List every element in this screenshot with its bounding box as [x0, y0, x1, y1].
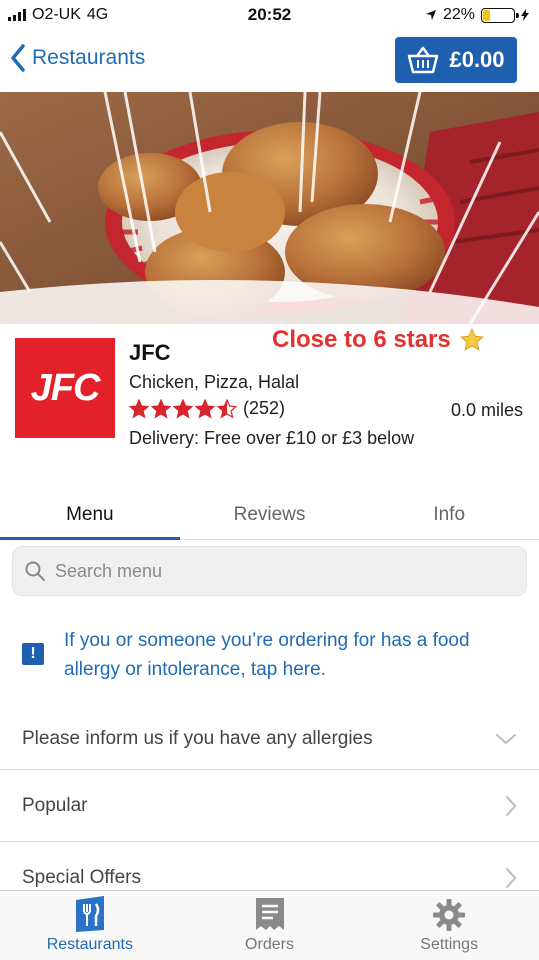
battery-icon: [481, 7, 519, 23]
star-icon: [129, 398, 149, 418]
allergy-message: If you or someone you’re ordering for ha…: [64, 630, 470, 680]
list-item-label: Special Offers: [22, 866, 141, 888]
fried-chicken-image: [0, 92, 539, 324]
charging-icon: [521, 9, 529, 21]
chevron-left-icon: [11, 44, 25, 72]
gear-icon: [433, 899, 466, 931]
star-icon: [195, 398, 215, 418]
tab-bar-restaurants[interactable]: Restaurants: [0, 891, 180, 960]
tab-bar-label: Orders: [245, 936, 294, 953]
distance-label: 0.0 miles: [450, 400, 523, 420]
restaurant-logo: JFC: [15, 338, 115, 438]
status-bar: O2-UK 4G 20:52 22%: [0, 0, 539, 30]
promo-label: Close to 6 stars: [272, 326, 485, 354]
star-icon: [217, 398, 237, 418]
chevron-down-icon: [496, 733, 516, 744]
back-button[interactable]: Restaurants: [10, 44, 145, 72]
tab-bar-settings[interactable]: Settings: [359, 891, 539, 960]
location-arrow-icon: [425, 10, 436, 20]
star-emoji-icon: [459, 327, 484, 351]
restaurant-icon: [75, 896, 104, 932]
receipt-icon: [255, 898, 284, 930]
delivery-info: Delivery: Free over £10 or £3 below: [129, 428, 415, 448]
tab-bar-orders[interactable]: Orders: [180, 891, 360, 960]
alert-icon: !: [22, 643, 44, 665]
promo-text: Close to 6 stars: [272, 326, 451, 353]
list-item-label: Popular: [22, 794, 88, 816]
search-input[interactable]: [55, 560, 495, 582]
chevron-right-icon: [506, 795, 517, 816]
tab-bar-label: Restaurants: [46, 936, 133, 953]
allergy-notice[interactable]: ! If you or someone you’re ordering for …: [22, 626, 522, 684]
search-bar: [12, 546, 527, 596]
star-rating: [129, 398, 237, 419]
battery-percent: 22%: [442, 6, 475, 23]
basket-total: £0.00: [449, 47, 505, 72]
star-icon: [151, 398, 171, 418]
tab-menu[interactable]: Menu: [0, 494, 180, 540]
basket-button[interactable]: £0.00: [395, 37, 517, 83]
review-count: (252): [243, 398, 286, 418]
star-icon: [173, 398, 193, 418]
tab-strip: Menu Reviews Info: [0, 494, 539, 540]
tab-reviews[interactable]: Reviews: [180, 494, 360, 539]
menu-section-list: Please inform us if you have any allergi…: [0, 708, 539, 914]
hero-image: [0, 92, 539, 324]
list-item-label: Please inform us if you have any allergi…: [22, 727, 373, 749]
tab-bar-label: Settings: [420, 936, 479, 953]
logo-text: JFC: [30, 366, 101, 409]
basket-icon: [408, 46, 439, 74]
tab-info[interactable]: Info: [359, 494, 539, 539]
cuisine-list: Chicken, Pizza, Halal: [129, 372, 300, 392]
back-label: Restaurants: [32, 46, 146, 69]
list-item-allergies[interactable]: Please inform us if you have any allergi…: [0, 708, 539, 770]
rating-row[interactable]: (252): [129, 398, 285, 419]
restaurant-info: JFC Close to 6 stars JFC Chicken, Pizza,…: [0, 324, 539, 494]
list-item-popular[interactable]: Popular: [0, 770, 539, 842]
nav-bar: Restaurants £0.00: [0, 30, 539, 92]
chevron-right-icon: [506, 867, 517, 888]
bottom-tab-bar: Restaurants Orders Settings: [0, 890, 539, 960]
search-icon: [25, 561, 45, 581]
restaurant-name: JFC: [129, 340, 171, 365]
status-right: 22%: [425, 6, 529, 24]
